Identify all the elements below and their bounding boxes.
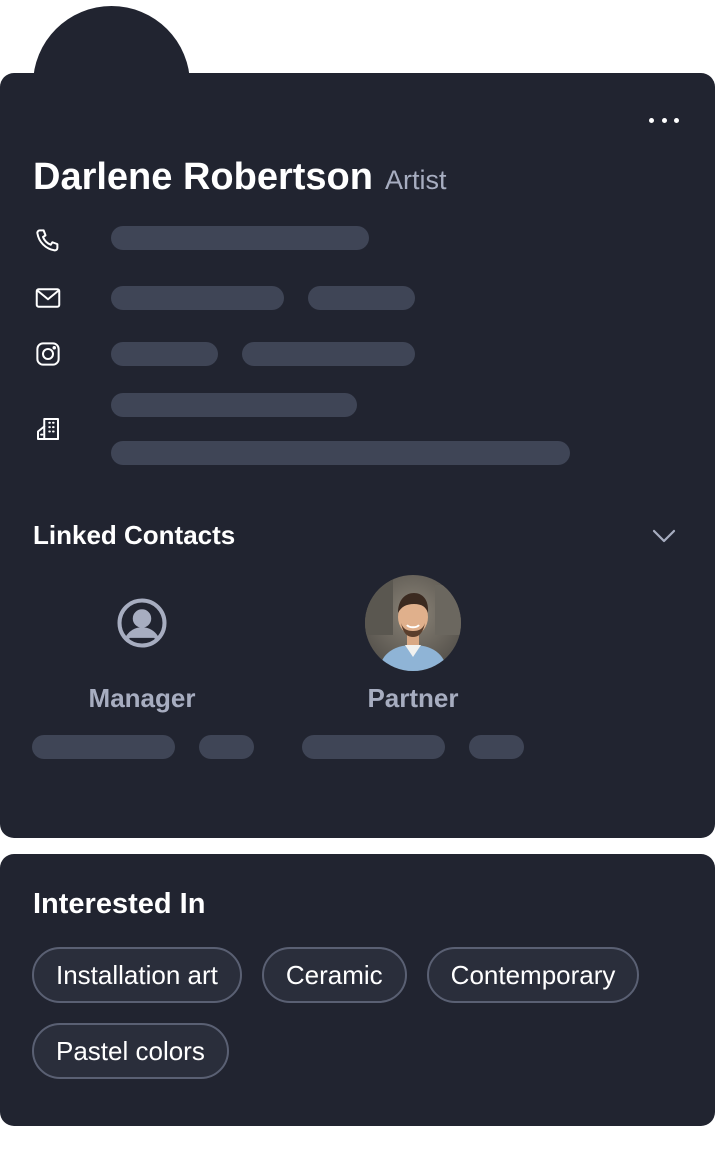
contact-detail-placeholder — [469, 735, 524, 759]
interest-tag[interactable]: Installation art — [32, 947, 242, 1003]
building-icon — [33, 414, 63, 444]
chevron-down-icon[interactable] — [649, 521, 679, 551]
ellipsis-dot — [649, 117, 654, 123]
instagram-value-placeholder — [111, 342, 218, 366]
more-options-button[interactable] — [649, 110, 679, 130]
linked-contacts-title: Linked Contacts — [33, 520, 236, 550]
contact-detail-placeholder — [32, 735, 175, 759]
instagram-icon — [33, 339, 63, 369]
profile-role: Artist — [384, 165, 447, 195]
ellipsis-dot — [674, 117, 679, 123]
interest-tag[interactable]: Ceramic — [261, 947, 407, 1003]
instagram-value-placeholder — [242, 342, 415, 366]
interest-tag[interactable]: Contemporary — [426, 947, 640, 1003]
linked-contact-manager[interactable]: Manager — [42, 575, 242, 714]
address-line-placeholder — [111, 441, 570, 465]
linked-contact-label: Partner — [367, 683, 459, 713]
partner-avatar-photo — [365, 575, 461, 671]
email-value-placeholder — [111, 286, 284, 310]
phone-icon — [33, 226, 63, 256]
contact-detail-placeholder — [199, 735, 254, 759]
linked-contact-partner[interactable]: Partner — [313, 575, 513, 714]
user-circle-icon — [94, 575, 190, 671]
address-line-placeholder — [111, 393, 357, 417]
profile-name: Darlene Robertson — [33, 156, 373, 198]
interest-tag[interactable]: Pastel colors — [32, 1023, 229, 1079]
phone-value-placeholder — [111, 226, 369, 250]
contact-detail-placeholder — [302, 735, 445, 759]
profile-header: Darlene Robertson Artist — [33, 156, 446, 199]
ellipsis-dot — [661, 117, 667, 123]
mail-icon — [33, 283, 63, 313]
linked-contact-label: Manager — [88, 683, 196, 713]
interests-title: Interested In — [33, 888, 206, 920]
interest-tags: Installation art Ceramic Contemporary Pa… — [32, 947, 692, 1079]
email-value-placeholder — [308, 286, 415, 310]
